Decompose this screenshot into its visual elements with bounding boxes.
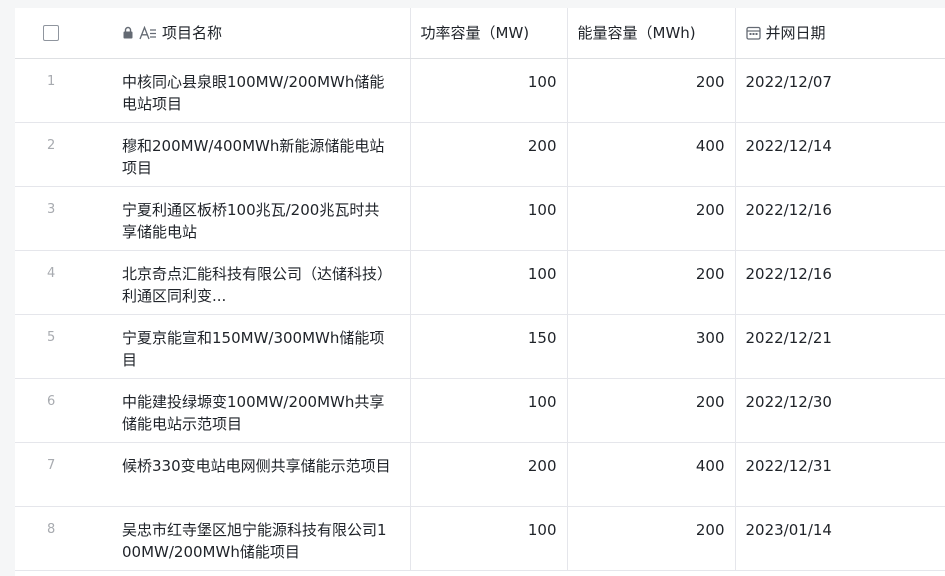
table-row[interactable]: 7 候桥330变电站电网侧共享储能示范项目 200 400 2022/12/31 — [15, 442, 945, 507]
header-row: 项目名称 功率容量（MW) 能量容量（MWh) 并网日期 — [15, 8, 945, 59]
cell-energy[interactable]: 400 — [567, 442, 736, 507]
column-header-power[interactable]: 功率容量（MW) — [410, 8, 568, 59]
project-name-text: 吴忠市红寺堡区旭宁能源科技有限公司100MW/200MWh储能项目 — [122, 520, 387, 561]
cell-date[interactable]: 2022/12/14 — [735, 122, 945, 187]
cell-energy[interactable]: 200 — [567, 250, 736, 315]
project-name-text: 穆和200MW/400MWh新能源储能电站项目 — [122, 136, 385, 177]
table-row[interactable]: 6 中能建投绿塬变100MW/200MWh共享储能电站示范项目 100 200 … — [15, 378, 945, 443]
header-select-cell — [15, 8, 112, 59]
cell-energy[interactable]: 200 — [567, 506, 736, 571]
cell-date[interactable]: 2022/12/21 — [735, 314, 945, 379]
table-row[interactable]: 5 宁夏京能宣和150MW/300MWh储能项目 150 300 2022/12… — [15, 314, 945, 379]
select-all-checkbox[interactable] — [43, 25, 59, 42]
column-header-energy[interactable]: 能量容量（MWh) — [567, 8, 736, 59]
cell-project-name[interactable]: 北京奇点汇能科技有限公司（达储科技）利通区同利变... — [112, 250, 411, 315]
row-index: 4 — [15, 250, 112, 315]
cell-power[interactable]: 100 — [410, 58, 568, 123]
cell-project-name[interactable]: 中核同心县泉眼100MW/200MWh储能电站项目 — [112, 58, 411, 123]
column-header-date-label: 并网日期 — [765, 24, 826, 42]
cell-power[interactable]: 100 — [410, 250, 568, 315]
cell-power[interactable]: 100 — [410, 186, 568, 251]
cell-energy[interactable]: 200 — [567, 186, 736, 251]
cell-date[interactable]: 2022/12/16 — [735, 250, 945, 315]
date-icon — [745, 26, 761, 40]
table-row[interactable]: 2 穆和200MW/400MWh新能源储能电站项目 200 400 2022/1… — [15, 122, 945, 187]
project-name-text: 候桥330变电站电网侧共享储能示范项目 — [122, 456, 391, 475]
table-row[interactable]: 8 吴忠市红寺堡区旭宁能源科技有限公司100MW/200MWh储能项目 100 … — [15, 506, 945, 571]
table-row[interactable]: 1 中核同心县泉眼100MW/200MWh储能电站项目 100 200 2022… — [15, 58, 945, 123]
row-index: 2 — [15, 122, 112, 187]
cell-project-name[interactable]: 穆和200MW/400MWh新能源储能电站项目 — [112, 122, 411, 187]
cell-energy[interactable]: 200 — [567, 58, 736, 123]
cell-project-name[interactable]: 候桥330变电站电网侧共享储能示范项目 — [112, 442, 411, 507]
data-grid: 项目名称 功率容量（MW) 能量容量（MWh) 并网日期 1 中核同心县泉眼10… — [15, 8, 945, 576]
cell-date[interactable]: 2022/12/31 — [735, 442, 945, 507]
table-row[interactable]: 3 宁夏利通区板桥100兆瓦/200兆瓦时共享储能电站 100 200 2022… — [15, 186, 945, 251]
row-index: 5 — [15, 314, 112, 379]
row-index: 1 — [15, 58, 112, 123]
project-table: 项目名称 功率容量（MW) 能量容量（MWh) 并网日期 1 中核同心县泉眼10… — [15, 8, 945, 571]
project-name-text: 中核同心县泉眼100MW/200MWh储能电站项目 — [122, 72, 385, 113]
lock-icon — [122, 26, 134, 39]
table-row[interactable]: 4 北京奇点汇能科技有限公司（达储科技）利通区同利变... 100 200 20… — [15, 250, 945, 315]
column-header-power-label: 功率容量（MW) — [420, 24, 530, 43]
project-name-text: 北京奇点汇能科技有限公司（达储科技）利通区同利变... — [122, 264, 392, 305]
cell-energy[interactable]: 400 — [567, 122, 736, 187]
column-header-date[interactable]: 并网日期 — [735, 8, 945, 59]
column-header-name-label: 项目名称 — [162, 24, 223, 43]
column-header-energy-label: 能量容量（MWh) — [577, 24, 696, 43]
cell-project-name[interactable]: 中能建投绿塬变100MW/200MWh共享储能电站示范项目 — [112, 378, 411, 443]
cell-power[interactable]: 100 — [410, 378, 568, 443]
cell-date[interactable]: 2022/12/16 — [735, 186, 945, 251]
cell-power[interactable]: 150 — [410, 314, 568, 379]
cell-date[interactable]: 2022/12/30 — [735, 378, 945, 443]
project-name-text: 宁夏京能宣和150MW/300MWh储能项目 — [122, 328, 385, 369]
cell-project-name[interactable]: 吴忠市红寺堡区旭宁能源科技有限公司100MW/200MWh储能项目 — [112, 506, 411, 571]
cell-date[interactable]: 2022/12/07 — [735, 58, 945, 123]
cell-power[interactable]: 200 — [410, 442, 568, 507]
cell-project-name[interactable]: 宁夏京能宣和150MW/300MWh储能项目 — [112, 314, 411, 379]
row-index: 3 — [15, 186, 112, 251]
cell-project-name[interactable]: 宁夏利通区板桥100兆瓦/200兆瓦时共享储能电站 — [112, 186, 411, 251]
cell-energy[interactable]: 300 — [567, 314, 736, 379]
cell-energy[interactable]: 200 — [567, 378, 736, 443]
column-header-name[interactable]: 项目名称 — [112, 8, 411, 59]
cell-date[interactable]: 2023/01/14 — [735, 506, 945, 571]
project-name-text: 宁夏利通区板桥100兆瓦/200兆瓦时共享储能电站 — [122, 200, 380, 241]
cell-power[interactable]: 200 — [410, 122, 568, 187]
row-index: 7 — [15, 442, 112, 507]
row-index: 6 — [15, 378, 112, 443]
project-name-text: 中能建投绿塬变100MW/200MWh共享储能电站示范项目 — [122, 392, 385, 433]
cell-power[interactable]: 100 — [410, 506, 568, 571]
row-index: 8 — [15, 506, 112, 571]
text-type-icon — [139, 25, 157, 40]
